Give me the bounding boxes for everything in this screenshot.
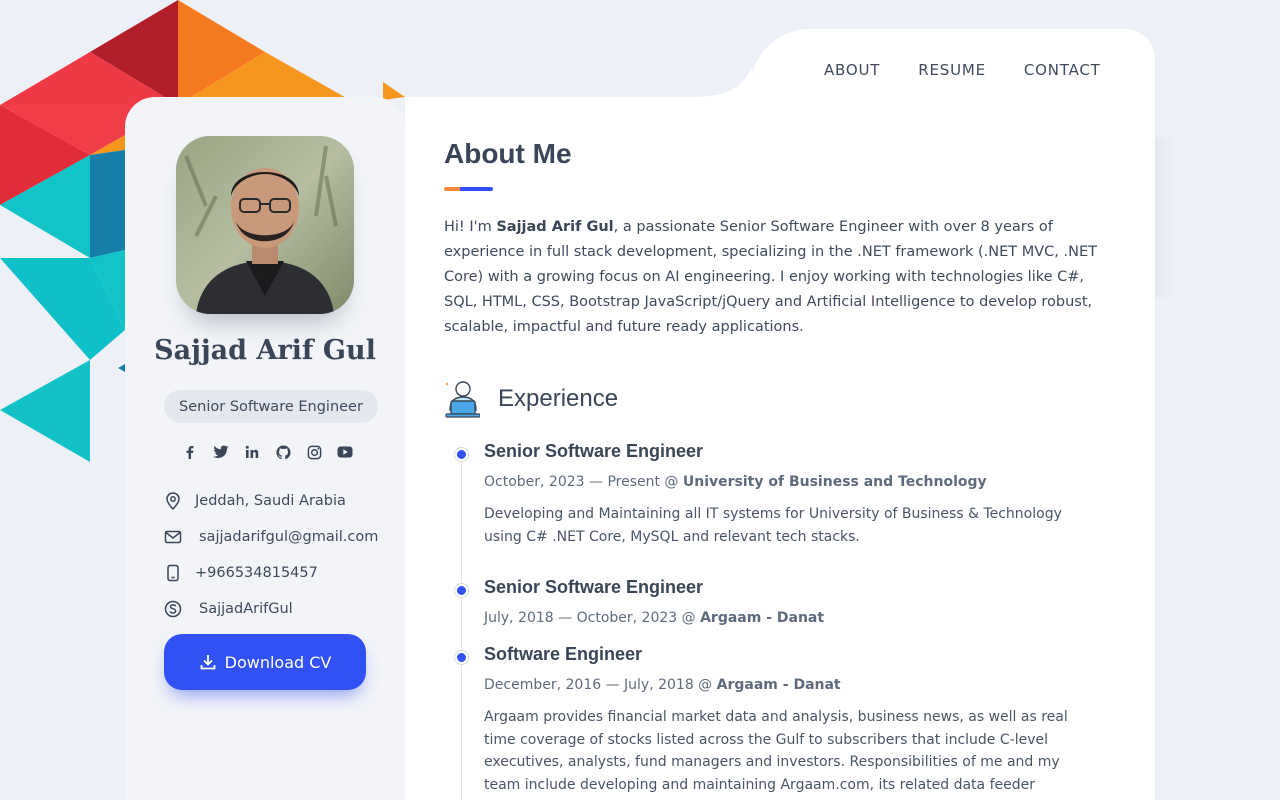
job-dates: December, 2016 — July, 2018 @ Argaam - D… bbox=[484, 677, 841, 693]
about-text: Hi! I'm Sajjad Arif Gul, a passionate Se… bbox=[444, 219, 1098, 335]
location-text: Jeddah, Saudi Arabia bbox=[195, 493, 346, 509]
social-links bbox=[181, 443, 354, 461]
experience-heading: Experience bbox=[498, 385, 619, 412]
contact-skype: SajjadArifGul bbox=[163, 591, 393, 627]
phone-icon bbox=[167, 564, 179, 582]
job-title: Senior Software Engineer bbox=[484, 577, 704, 597]
job-dates: July, 2018 — October, 2023 @ Argaam - Da… bbox=[484, 610, 825, 626]
heading-underline bbox=[444, 187, 493, 191]
contact-phone: +966534815457 bbox=[163, 555, 393, 591]
map-pin-icon bbox=[166, 492, 180, 511]
contact-list: Jeddah, Saudi Arabia sajjadarifgul@gmail… bbox=[163, 483, 393, 627]
profile-sidebar: Sajjad Arif Gul Senior Software Engineer… bbox=[125, 97, 405, 800]
job-company: Argaam - Danat bbox=[700, 610, 825, 626]
job-company: University of Business and Technology bbox=[682, 474, 987, 490]
youtube-icon[interactable] bbox=[336, 443, 354, 461]
github-icon[interactable] bbox=[274, 443, 292, 461]
job-title: Software Engineer bbox=[484, 644, 643, 664]
job-company: Argaam - Danat bbox=[716, 677, 841, 693]
timeline-dot bbox=[454, 650, 469, 665]
about-name: Sajjad Arif Gul bbox=[496, 219, 614, 235]
nav-about[interactable]: ABOUT bbox=[824, 61, 880, 79]
job-title: Senior Software Engineer bbox=[484, 441, 704, 461]
job-description: Argaam provides financial market data an… bbox=[484, 709, 1068, 800]
facebook-icon[interactable] bbox=[181, 443, 199, 461]
phone-link[interactable]: +966534815457 bbox=[195, 565, 318, 581]
nav-resume[interactable]: RESUME bbox=[918, 61, 986, 79]
nav-contact[interactable]: CONTACT bbox=[1024, 61, 1101, 79]
about-heading: About Me bbox=[444, 138, 572, 169]
contact-location: Jeddah, Saudi Arabia bbox=[163, 483, 393, 519]
email-link[interactable]: sajjadarifgul@gmail.com bbox=[199, 529, 378, 545]
mail-icon bbox=[164, 530, 182, 544]
contact-email: sajjadarifgul@gmail.com bbox=[163, 519, 393, 555]
instagram-icon[interactable] bbox=[305, 443, 323, 461]
linkedin-icon[interactable] bbox=[243, 443, 261, 461]
profile-name: Sajjad Arif Gul bbox=[154, 335, 376, 366]
profile-title-badge: Senior Software Engineer bbox=[164, 390, 378, 423]
download-cv-label: Download CV bbox=[224, 652, 332, 672]
avatar bbox=[176, 136, 354, 314]
nav-tab-curve bbox=[690, 67, 752, 97]
timeline-line bbox=[461, 458, 462, 800]
job-description: Developing and Maintaining all IT system… bbox=[484, 506, 1062, 545]
laptop-user-icon bbox=[445, 381, 480, 418]
top-nav: ABOUT RESUME CONTACT bbox=[824, 61, 1101, 79]
timeline-dot bbox=[454, 583, 469, 598]
timeline-dot bbox=[454, 447, 469, 462]
twitter-icon[interactable] bbox=[212, 443, 230, 461]
experience-header: Experience bbox=[444, 380, 618, 418]
skype-link[interactable]: SajjadArifGul bbox=[199, 601, 293, 617]
skype-icon bbox=[164, 600, 182, 618]
job-dates: October, 2023 — Present @ University of … bbox=[484, 474, 987, 490]
download-icon bbox=[200, 655, 216, 670]
download-cv-button[interactable]: Download CV bbox=[164, 634, 366, 690]
card-shadow bbox=[1155, 137, 1175, 297]
